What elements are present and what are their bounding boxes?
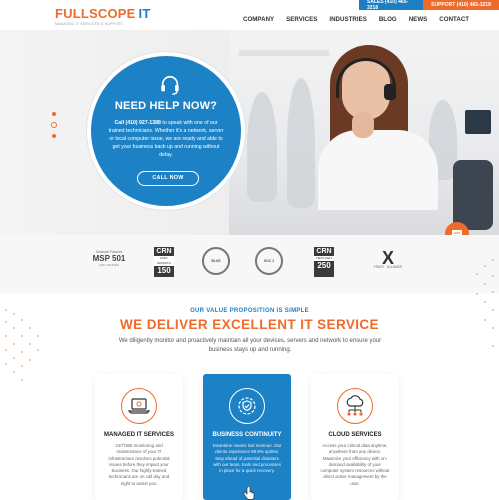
hand-pointer-cursor-icon <box>243 486 255 500</box>
support-agent-body <box>318 130 438 210</box>
crn-fast-growth-badge: CRN FAST GROWTH 150 <box>154 247 174 277</box>
service-description: Downtime means lost revenue. Our clients… <box>212 443 282 474</box>
service-description: 24/7/365 monitoring and maintenance of y… <box>108 443 170 486</box>
background-person <box>287 78 315 208</box>
round-award-label: SOC 2 <box>263 259 275 263</box>
cloud-network-icon <box>346 395 364 416</box>
agent-headset-earcup <box>384 84 396 100</box>
service-card-business-continuity[interactable]: BUSINESS CONTINUITY Downtime means lost … <box>203 374 291 500</box>
round-award-badge: BLUE <box>202 247 230 275</box>
crn-number: 150 <box>157 266 171 275</box>
nav-item-industries[interactable]: INDUSTRIES <box>329 16 366 23</box>
call-now-button[interactable]: CALL NOW <box>137 171 199 186</box>
office-shelf <box>239 50 329 56</box>
service-description: Access your critical data anytime, anywh… <box>320 443 390 486</box>
hero-phone[interactable]: Call (410) 927-1388 <box>115 120 161 126</box>
logo-tagline: MANAGED IT SERVICES & SUPPORT <box>55 22 124 26</box>
crn-label: CRN <box>316 248 332 255</box>
decorative-dot-pattern <box>5 309 39 381</box>
msp501-badge: Channel Futures MSP 501 2021 WINNER <box>91 250 127 267</box>
msp501-title: MSP 501 <box>92 254 126 263</box>
service-card-cloud-services[interactable]: CLOUD SERVICES Access your critical data… <box>311 374 399 500</box>
headset-icon <box>161 75 179 95</box>
agent-hand <box>352 112 374 138</box>
round-award-label: BLUE <box>211 259 221 263</box>
crn-label: CRN <box>156 248 172 255</box>
hero-title: NEED HELP NOW? <box>114 100 218 112</box>
crn-sub-label: FAST GROWTH <box>154 256 174 266</box>
service-icon-ring <box>229 388 265 424</box>
slider-dot[interactable] <box>52 112 56 116</box>
value-prop-text: We diligently monitor and proactively ma… <box>118 338 382 353</box>
service-card-managed-it[interactable]: MANAGED IT SERVICES 24/7/365 monitoring … <box>95 374 183 500</box>
hero-slider-dots <box>51 112 57 138</box>
hero-body: Call (410) 927-1388 to speak with one of… <box>107 119 225 159</box>
service-title: BUSINESS CONTINUITY <box>212 432 282 438</box>
office-monitor <box>465 110 491 134</box>
nav-item-contact[interactable]: CONTACT <box>439 16 469 23</box>
main-nav: COMPANY SERVICES INDUSTRIES BLOG NEWS CO… <box>243 16 469 23</box>
slider-dot-active[interactable] <box>51 122 57 128</box>
value-prop-kicker: OUR VALUE PROPOSITION IS SIMPLE <box>190 308 309 314</box>
service-icon-ring <box>121 388 157 424</box>
logo-fullscope-text: FULLSCOPE <box>55 6 136 21</box>
service-title: MANAGED IT SERVICES <box>104 432 174 438</box>
trust-x-words: TRUST · ALLIANCE <box>373 265 403 269</box>
nav-item-services[interactable]: SERVICES <box>286 16 317 23</box>
service-title: CLOUD SERVICES <box>328 432 382 438</box>
office-chair <box>453 160 493 230</box>
crn-nextgen-badge: CRN NEXT-GEN 250 <box>314 247 334 277</box>
need-help-panel: NEED HELP NOW? Call (410) 927-1388 to sp… <box>87 52 245 210</box>
shield-gear-icon <box>238 397 256 415</box>
laptop-icon <box>128 398 150 414</box>
logo[interactable]: FULLSCOPE IT MANAGED IT SERVICES & SUPPOR… <box>55 6 150 26</box>
value-prop-title: WE DELIVER EXCELLENT IT SERVICE <box>120 317 379 332</box>
slider-dot[interactable] <box>52 134 56 138</box>
crn-number: 250 <box>317 261 331 270</box>
nav-item-company[interactable]: COMPANY <box>243 16 274 23</box>
awards-logo-strip: Channel Futures MSP 501 2021 WINNER CRN … <box>0 235 499 293</box>
background-person <box>247 92 277 202</box>
msp501-tiny-text: 2021 WINNER <box>99 263 119 267</box>
trust-x-alliance-badge: X TRUST · ALLIANCE <box>366 249 410 273</box>
site-header: FULLSCOPE IT MANAGED IT SERVICES & SUPPOR… <box>0 0 499 30</box>
nav-item-blog[interactable]: BLOG <box>379 16 397 23</box>
service-icon-ring <box>337 388 373 424</box>
nav-item-news[interactable]: NEWS <box>409 16 428 23</box>
round-award-badge: SOC 2 <box>255 247 283 275</box>
logo-it-text: IT <box>138 6 151 21</box>
